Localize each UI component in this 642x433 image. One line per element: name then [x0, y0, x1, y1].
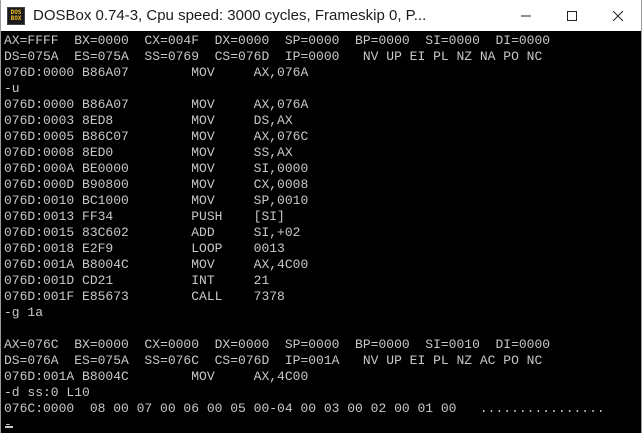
dosbox-app-icon[interactable]: DOS BOX [7, 6, 25, 25]
console-line: 076D:001D CD21 INT 21 [4, 273, 270, 288]
maximize-icon [567, 10, 577, 21]
console-line: 076D:0005 B86C07 MOV AX,076C [4, 129, 309, 144]
console-line: -d ss:0 L10 [4, 385, 90, 400]
console-line: 076D:0000 B86A07 MOV AX,076A [4, 65, 309, 80]
console-line: 076D:001A B8004C MOV AX,4C00 [4, 257, 309, 272]
console-line: -g 1a [4, 305, 44, 320]
maximize-button[interactable] [549, 0, 595, 31]
window-controls [503, 0, 641, 31]
command-prompt[interactable]: - [4, 417, 12, 433]
close-button[interactable] [595, 0, 641, 31]
minimize-icon [521, 15, 531, 16]
console-line: 076D:0015 83C602 ADD SI,+02 [4, 225, 301, 240]
window-title: DOSBox 0.74-3, Cpu speed: 3000 cycles, F… [33, 7, 427, 24]
console-line: 076D:001A B8004C MOV AX,4C00 [4, 369, 309, 384]
text-cursor [5, 426, 13, 428]
console-line: 076C:0000 08 00 07 00 06 00 05 00-04 00 … [4, 401, 605, 416]
console-line: 076D:0013 FF34 PUSH [SI] [4, 209, 285, 224]
console-line: 076D:001F E85673 CALL 7378 [4, 289, 285, 304]
console-line: 076D:0008 8ED0 MOV SS,AX [4, 145, 293, 160]
console-line: 076D:0010 BC1000 MOV SP,0010 [4, 193, 309, 208]
console-line: 076D:0018 E2F9 LOOP 0013 [4, 241, 285, 256]
console-line: -u [4, 81, 20, 96]
console-line: DS=075A ES=075A SS=0769 CS=076D IP=0000 … [4, 49, 543, 64]
title-bar[interactable]: DOS BOX DOSBox 0.74-3, Cpu speed: 3000 c… [1, 0, 641, 31]
console-line: AX=FFFF BX=0000 CX=004F DX=0000 SP=0000 … [4, 33, 551, 48]
console-line: AX=076C BX=0000 CX=0000 DX=0000 SP=0000 … [4, 337, 551, 352]
dos-console[interactable]: AX=FFFF BX=0000 CX=004F DX=0000 SP=0000 … [1, 31, 641, 433]
minimize-button[interactable] [503, 0, 549, 31]
console-line: 076D:000D B90800 MOV CX,0008 [4, 177, 309, 192]
console-line: 076D:0000 B86A07 MOV AX,076A [4, 97, 309, 112]
console-line: 076D:0003 8ED8 MOV DS,AX [4, 113, 293, 128]
close-icon [613, 10, 623, 21]
app-icon-text-bottom: BOX [10, 14, 22, 22]
console-line: DS=076A ES=075A SS=076C CS=076D IP=001A … [4, 353, 543, 368]
console-line: 076D:000A BE0000 MOV SI,0000 [4, 161, 309, 176]
dosbox-window: DOS BOX DOSBox 0.74-3, Cpu speed: 3000 c… [0, 0, 642, 433]
